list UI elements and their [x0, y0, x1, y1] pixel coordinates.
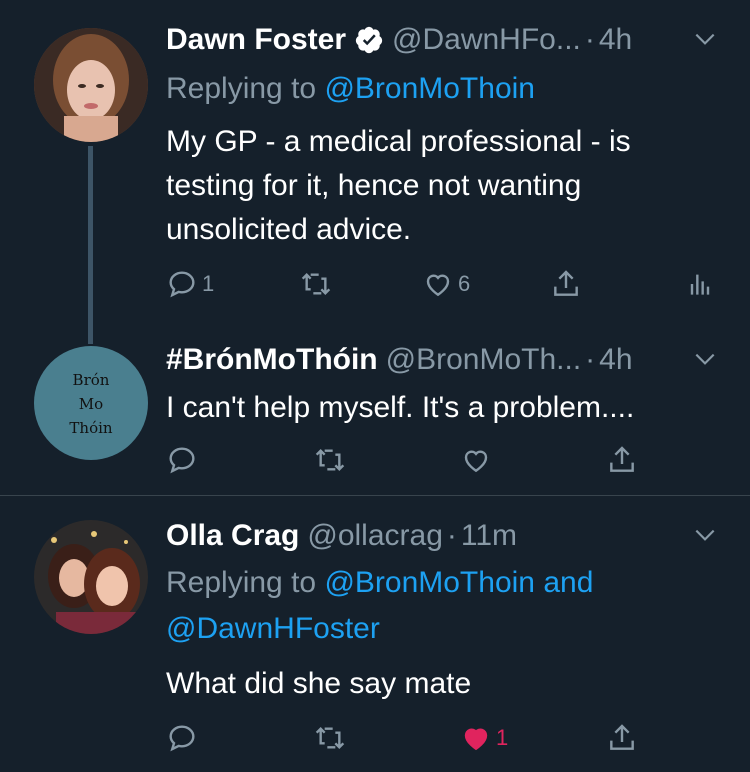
handle[interactable]: @DawnHFo... [392, 23, 581, 57]
tweet-text-line: testing for it, hence not wanting [166, 169, 582, 202]
like-count: 6 [458, 271, 471, 296]
tweet-text: I can't help myself. It's a problem.... [166, 386, 710, 430]
chevron-down-icon[interactable] [692, 522, 718, 548]
analytics-icon [690, 274, 710, 295]
replying-to-label: Replying to [166, 72, 325, 105]
reply-icon [169, 725, 195, 752]
heart-icon [464, 450, 488, 473]
handle[interactable]: @BronMoTh... [386, 343, 582, 377]
tweet-text: My GP - a medical professional - is test… [166, 120, 710, 252]
thread-line [88, 330, 93, 344]
avatar-bronmothoin[interactable]: Brón Mo Thóin [34, 346, 148, 460]
reply-button[interactable] [166, 442, 198, 478]
reply-and[interactable]: and [535, 566, 593, 599]
chevron-down-icon[interactable] [692, 346, 718, 372]
tweet-header: Olla Crag @ollacrag · 11m [166, 516, 730, 556]
tweet-header: #BrónMoThóin @BronMoTh... · 4h [166, 340, 730, 380]
share-button[interactable] [606, 442, 638, 478]
retweet-icon [301, 272, 331, 296]
tweet-text-line: My GP - a medical professional - is [166, 125, 631, 158]
tweet-olla-crag[interactable]: Olla Crag @ollacrag · 11m Replying to @B… [0, 496, 750, 772]
separator-dot: · [584, 23, 595, 56]
avatar-text: Mo [78, 395, 104, 413]
like-count: 1 [496, 725, 509, 750]
replying-to: Replying to @BronMoThoin [166, 66, 535, 112]
tweet-text: What did she say mate [166, 662, 710, 706]
retweet-button[interactable] [314, 442, 346, 478]
tweet-text-line: What did she say mate [166, 667, 472, 700]
tweet-actions: 1 [166, 720, 726, 760]
share-button[interactable] [606, 720, 638, 756]
retweet-button[interactable] [314, 720, 346, 756]
reply-icon [169, 447, 195, 474]
share-button[interactable] [550, 266, 582, 302]
retweet-icon [315, 726, 345, 750]
verified-badge-icon [354, 25, 384, 55]
share-icon [610, 724, 634, 750]
avatar-text: Brón [72, 371, 110, 389]
heart-icon [426, 274, 450, 297]
reply-target-link[interactable]: @DawnHFoster [166, 612, 380, 645]
separator-dot: · [446, 519, 457, 552]
timestamp[interactable]: 11m [461, 519, 517, 553]
retweet-icon [315, 448, 345, 472]
reply-target-link[interactable]: @BronMoThoin [324, 566, 535, 599]
timestamp[interactable]: 4h [599, 343, 632, 377]
replying-to-label: Replying to [166, 566, 325, 599]
analytics-button[interactable] [684, 266, 716, 302]
retweet-button[interactable] [300, 266, 332, 302]
like-button[interactable]: 1 [460, 720, 508, 756]
separator-dot: · [585, 343, 596, 376]
reply-icon [169, 271, 195, 298]
reply-button[interactable]: 1 [166, 266, 214, 302]
tweet-dawn-foster[interactable]: Dawn Foster @DawnHFo... · 4h Replying to… [0, 0, 750, 334]
share-icon [554, 270, 578, 296]
avatar-olla-crag[interactable] [34, 520, 148, 634]
display-name[interactable]: Dawn Foster [166, 23, 346, 57]
tweet-text-line: I can't help myself. It's a problem.... [166, 391, 635, 424]
handle[interactable]: @ollacrag [307, 519, 443, 553]
thread-line [88, 146, 93, 334]
reply-button[interactable] [166, 720, 198, 756]
share-icon [610, 446, 634, 472]
replying-to: Replying to @BronMoThoin and @DawnHFoste… [166, 560, 593, 652]
display-name[interactable]: #BrónMoThóin [166, 343, 378, 377]
tweet-header: Dawn Foster @DawnHFo... · 4h [166, 20, 730, 60]
avatar-text: Thóin [69, 419, 113, 437]
like-button[interactable]: 6 [422, 266, 470, 302]
timestamp[interactable]: 4h [599, 23, 632, 57]
tweet-bronmothoin[interactable]: Brón Mo Thóin #BrónMoThóin @BronMoTh... … [0, 330, 750, 495]
reply-count: 1 [202, 271, 215, 296]
reply-target-link[interactable]: @BronMoThoin [324, 72, 535, 105]
display-name[interactable]: Olla Crag [166, 519, 299, 553]
tweet-actions [166, 442, 726, 482]
tweet-actions: 1 6 [166, 266, 726, 306]
like-button[interactable] [460, 442, 492, 478]
heart-filled-icon [464, 728, 488, 751]
chevron-down-icon[interactable] [692, 26, 718, 52]
avatar-dawn-foster[interactable] [34, 28, 148, 142]
tweet-text-line: unsolicited advice. [166, 213, 412, 246]
